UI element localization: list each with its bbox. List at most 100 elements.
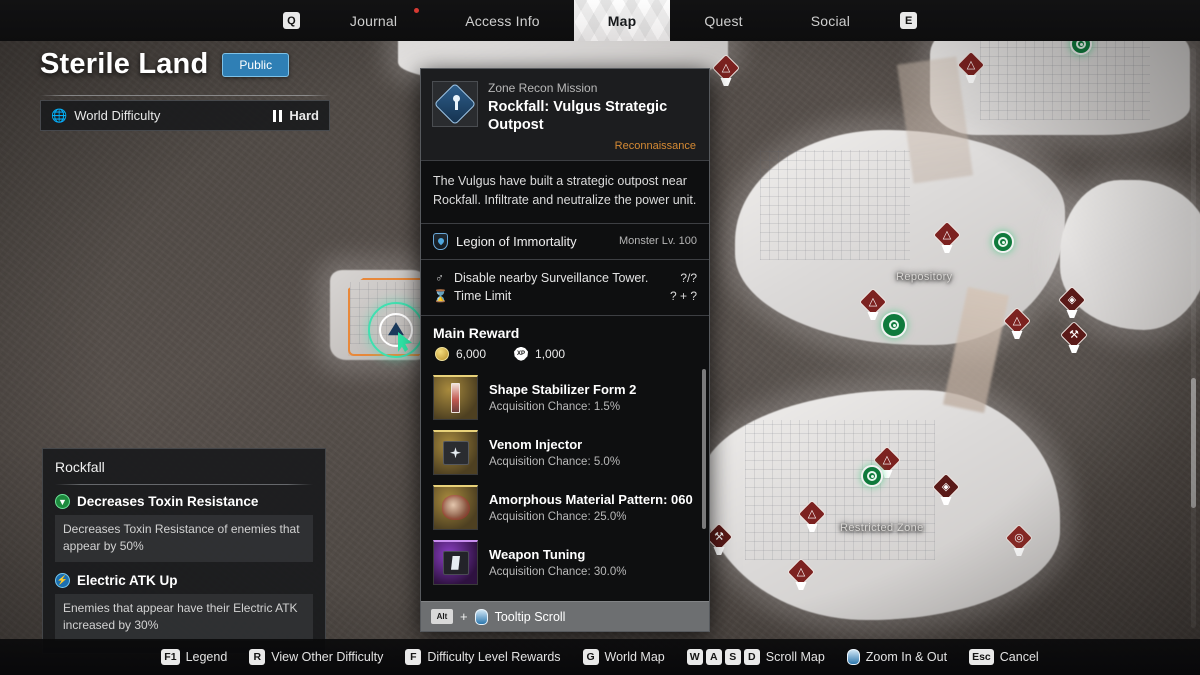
modifier-header: ▼ Decreases Toxin Resistance	[55, 494, 313, 509]
item-chance: Acquisition Chance: 30.0%	[489, 565, 627, 578]
mission-faction-row: Legion of Immortality Monster Lv. 100	[421, 224, 709, 259]
map-marker-vulgus-base[interactable]: △	[858, 287, 888, 320]
list-item[interactable]: Amorphous Material Pattern: 060 Acquisit…	[433, 480, 697, 535]
nav-next-key[interactable]: E	[900, 12, 918, 29]
down-arrow-green-icon: ▼	[55, 494, 70, 509]
item-chance: Acquisition Chance: 1.5%	[489, 400, 621, 413]
gold-amount: 6,000	[456, 346, 487, 361]
tooltip-scrollbar[interactable]	[702, 369, 706, 529]
map-marker-vulgus-base[interactable]: △	[711, 53, 741, 86]
map-marker-vulgus-base[interactable]: △	[797, 499, 827, 532]
xp-icon: XP	[514, 346, 529, 361]
item-chance: Acquisition Chance: 25.0%	[489, 510, 627, 523]
tab-label: Quest	[704, 12, 743, 29]
map-marker-outpost[interactable]: ⚒	[1059, 320, 1089, 353]
objective-label: Disable nearby Surveillance Tower.	[454, 270, 649, 285]
map-marker-objective[interactable]	[861, 465, 883, 487]
vulgus-base-icon: △	[868, 295, 878, 308]
vulgus-base-icon: △	[1012, 314, 1022, 327]
list-item[interactable]: Venom Injector Acquisition Chance: 5.0%	[433, 425, 697, 480]
objective-label-group: ♂ Disable nearby Surveillance Tower.	[433, 271, 648, 285]
key-d[interactable]: D	[743, 649, 760, 665]
hint-view-other-difficulty[interactable]: R View Other Difficulty	[249, 649, 383, 665]
tab-journal[interactable]: Journal	[316, 0, 431, 41]
world-difficulty-value: Hard	[289, 108, 319, 123]
item-chance: Acquisition Chance: 5.0%	[489, 455, 621, 468]
map-marker-vulgus-base[interactable]: △	[956, 50, 986, 83]
key-a[interactable]: A	[705, 649, 722, 665]
key-f1[interactable]: F1	[161, 649, 180, 665]
outpost-icon: ◈	[941, 480, 951, 493]
map-marker-outpost[interactable]: ◈	[1057, 285, 1087, 318]
hint-legend[interactable]: F1 Legend	[161, 649, 227, 665]
map-marker-vulgus-base[interactable]: △	[1002, 306, 1032, 339]
hint-label: Cancel	[999, 650, 1039, 664]
xp-amount: 1,000	[535, 346, 566, 361]
world-difficulty-label-group: 🌐 World Difficulty	[51, 108, 160, 124]
map-marker-outpost[interactable]: ◈	[931, 472, 961, 505]
modifier-name: Decreases Toxin Resistance	[77, 494, 259, 509]
mission-type-label: Reconnaissance	[614, 139, 696, 152]
list-item[interactable]: Shape Stabilizer Form 2 Acquisition Chan…	[433, 370, 697, 425]
power-unit-icon: ◎	[1014, 531, 1024, 544]
reward-item-list[interactable]: Shape Stabilizer Form 2 Acquisition Chan…	[421, 370, 709, 601]
pause-bars-icon	[272, 109, 283, 122]
nav-prev-key[interactable]: Q	[282, 12, 300, 29]
key-s[interactable]: S	[724, 649, 741, 665]
tab-label: Social	[810, 12, 851, 29]
map-scrollbar-vertical[interactable]	[1191, 48, 1196, 628]
list-item[interactable]: Weapon Tuning Acquisition Chance: 30.0%	[433, 535, 697, 590]
modifier-header: ⚡ Electric ATK Up	[55, 572, 313, 588]
item-name: Amorphous Material Pattern: 060	[489, 491, 693, 507]
key-group: F	[405, 649, 422, 665]
reward-currency-row: 6,000 XP 1,000	[421, 346, 709, 370]
mission-header-text: Zone Recon Mission Rockfall: Vulgus Stra…	[488, 81, 698, 152]
item-name: Venom Injector	[489, 436, 583, 452]
map-marker-power-unit[interactable]: ◎	[1004, 523, 1034, 556]
tab-quest[interactable]: Quest	[670, 0, 776, 41]
item-name: Shape Stabilizer Form 2	[489, 381, 637, 397]
zone-info-panel: Sterile Land Public 🌐 World Difficulty H…	[40, 48, 330, 131]
mission-diamond-icon	[432, 81, 478, 127]
vulgus-base-icon: △	[942, 228, 952, 241]
key-w[interactable]: W	[686, 649, 703, 665]
divider	[55, 484, 313, 485]
world-difficulty-row[interactable]: 🌐 World Difficulty Hard	[40, 100, 330, 131]
hint-zoom[interactable]: Zoom In & Out	[846, 649, 947, 665]
zone-header: Sterile Land Public	[40, 48, 330, 81]
modifier-description: Enemies that appear have their Electric …	[55, 593, 313, 641]
hint-scroll-map[interactable]: W A S D Scroll Map	[686, 649, 825, 665]
tab-social[interactable]: Social	[777, 0, 884, 41]
item-text: Shape Stabilizer Form 2 Acquisition Chan…	[489, 382, 697, 413]
tab-label: Access Info	[465, 12, 540, 29]
key-r[interactable]: R	[249, 649, 266, 665]
map-marker-vulgus-base[interactable]: △	[932, 220, 962, 253]
page-title: Sterile Land	[40, 48, 209, 80]
coin-icon	[435, 346, 449, 361]
hint-world-map[interactable]: G World Map	[582, 649, 665, 665]
vial-icon	[433, 374, 478, 420]
vulgus-base-icon: △	[721, 61, 731, 74]
map-marker-vulgus-base[interactable]: △	[786, 557, 816, 590]
map-scrollbar-thumb[interactable]	[1191, 378, 1196, 508]
alt-key[interactable]: Alt	[431, 609, 453, 624]
tab-access-info[interactable]: Access Info	[431, 0, 574, 41]
ore-cluster-icon	[433, 484, 478, 530]
tab-map[interactable]: Map	[574, 0, 671, 41]
mission-title: Rockfall: Vulgus Strategic Outpost	[488, 98, 668, 134]
map-marker-objective[interactable]	[992, 231, 1014, 253]
key-esc[interactable]: Esc	[969, 649, 994, 665]
hint-difficulty-level-rewards[interactable]: F Difficulty Level Rewards	[405, 649, 561, 665]
map-marker-objective[interactable]	[881, 312, 907, 338]
rockfall-panel-title: Rockfall	[55, 459, 105, 475]
tab-label: Journal	[349, 12, 398, 29]
status-badge[interactable]: Public	[222, 52, 290, 77]
outpost-icon: ◈	[1067, 293, 1077, 306]
mission-tooltip-panel[interactable]: Zone Recon Mission Rockfall: Vulgus Stra…	[420, 68, 710, 632]
key-f[interactable]: F	[405, 649, 422, 665]
mission-objectives: ♂ Disable nearby Surveillance Tower. ?/?…	[421, 260, 709, 315]
nav-tab-list: Q Journal Access Info Map Quest Social E	[267, 0, 933, 41]
hint-cancel[interactable]: Esc Cancel	[969, 649, 1039, 665]
world-difficulty-value-group: Hard	[272, 108, 319, 123]
key-g[interactable]: G	[582, 649, 599, 665]
